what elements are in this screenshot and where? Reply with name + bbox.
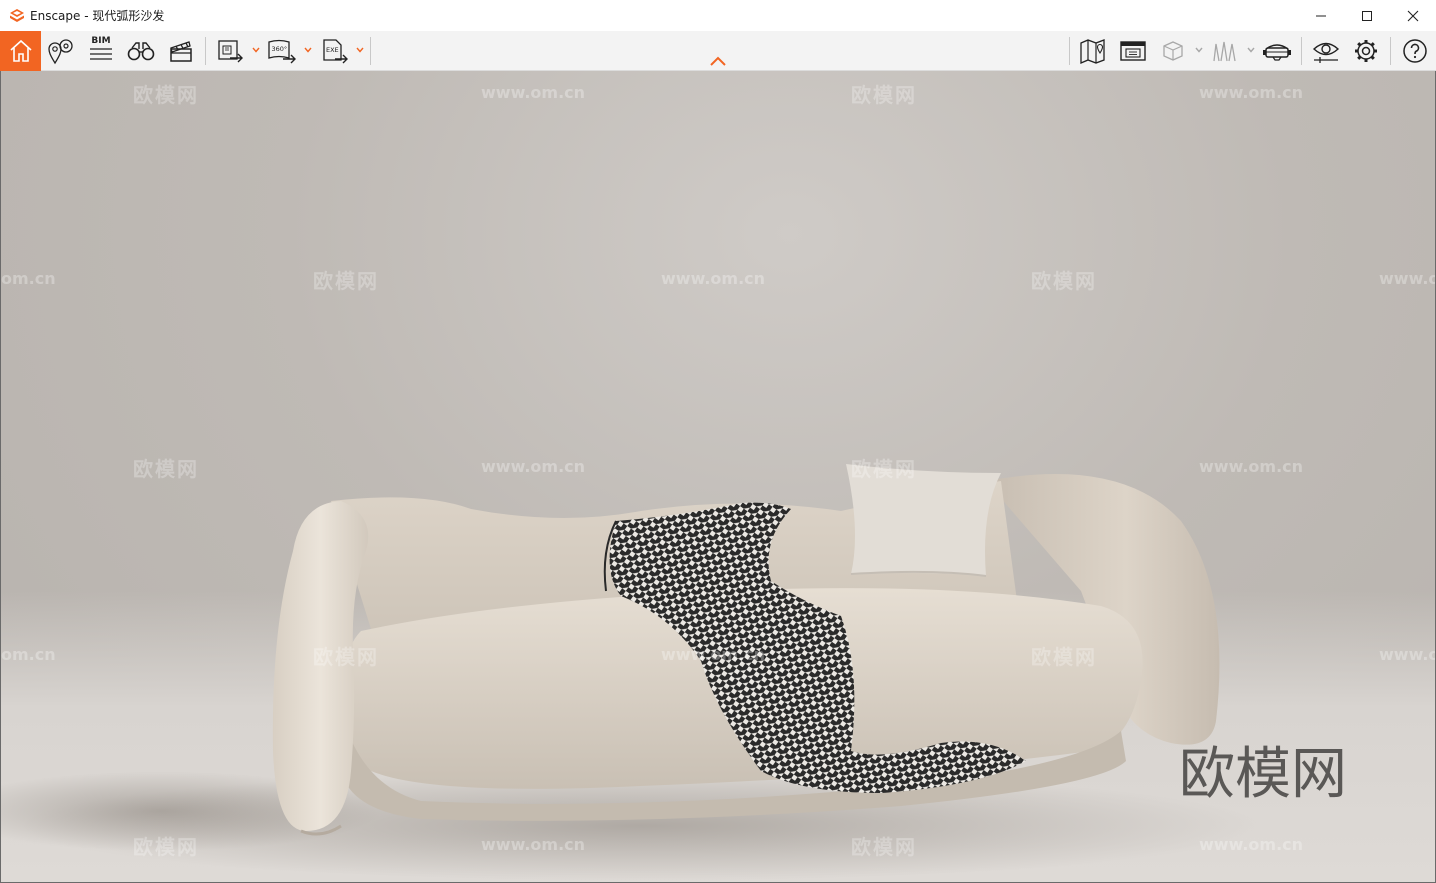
map-button[interactable] [1076, 31, 1110, 71]
minimize-icon [1316, 15, 1326, 16]
watermark-url: www.om.cn [481, 457, 586, 476]
watermark-url: www.om.cn [661, 269, 766, 288]
watermark-url: www.om.cn [1379, 269, 1435, 288]
light-view-dropdown-icon[interactable] [1246, 45, 1256, 55]
watermark-url: www.om.cn [1199, 457, 1304, 476]
watermark-text: 欧模网 [851, 457, 917, 481]
watermark-text: 欧模网 [1031, 645, 1097, 669]
watermark-logo-text: 欧模网 [1179, 742, 1347, 807]
watermark-url: www.om.cn [1199, 835, 1304, 854]
render-export-icon [218, 40, 243, 63]
material-cube-button[interactable] [1157, 31, 1189, 71]
render-export-dropdown-icon[interactable] [251, 45, 261, 55]
clapperboard-icon [170, 41, 192, 62]
panorama-export-icon: 360° [268, 39, 296, 64]
exe-label: EXE [326, 46, 339, 54]
light-view-icon [1213, 41, 1236, 62]
asset-library-button[interactable] [1116, 31, 1150, 71]
watermark-text: 欧模网 [133, 835, 199, 859]
watermark-text: 欧模网 [851, 83, 917, 107]
title-bar: Enscape - 现代弧形沙发 [0, 0, 1436, 31]
minimize-button[interactable] [1298, 0, 1344, 31]
watermark-url: www.om.cn [661, 645, 766, 664]
window-frame-left [0, 71, 1, 883]
watermark-url: om.cn [1, 269, 56, 288]
window-controls [1298, 0, 1436, 31]
exe-export-dropdown-icon[interactable] [355, 45, 365, 55]
close-button[interactable] [1390, 0, 1436, 31]
toolbar-separator [1301, 37, 1302, 65]
watermark-text: 欧模网 [313, 645, 379, 669]
window-title: Enscape - 现代弧形沙发 [30, 9, 165, 23]
toolbar-separator [1069, 37, 1070, 65]
settings-button[interactable] [1349, 31, 1383, 71]
vr-headset-icon [1263, 44, 1291, 61]
toolbar-separator [1390, 37, 1391, 65]
help-button[interactable] [1398, 31, 1432, 71]
watermark-url: www.om.cn [481, 835, 586, 854]
visual-settings-button[interactable] [1309, 31, 1343, 71]
cube-icon [1163, 41, 1183, 61]
render-export-button[interactable] [213, 31, 247, 71]
material-cube-dropdown-icon[interactable] [1194, 45, 1204, 55]
asset-library-icon [1120, 41, 1146, 61]
maximize-icon [1362, 10, 1372, 21]
maximize-button[interactable] [1344, 0, 1390, 31]
panorama-export-button[interactable]: 360° [265, 31, 299, 71]
light-view-button[interactable] [1209, 31, 1241, 71]
watermark-url: www.om.cn [481, 83, 586, 102]
watermark-text: 欧模网 [133, 83, 199, 107]
views-button[interactable] [45, 31, 77, 71]
watermark-url: www.om.cn [1379, 645, 1435, 664]
enscape-logo-icon [10, 8, 24, 22]
location-pin-icon [48, 39, 73, 65]
panorama-export-dropdown-icon[interactable] [303, 45, 313, 55]
watermark-text: 欧模网 [851, 835, 917, 859]
render-viewport[interactable]: 欧模网 www.om.cn 欧模网 www.om.cn om.cn 欧模网 ww… [1, 71, 1435, 882]
collapse-toolbar-chevron-icon[interactable] [708, 55, 728, 67]
watermark-text: 欧模网 [133, 457, 199, 481]
watermark-url: www.om.cn [1199, 83, 1304, 102]
video-editor-button[interactable] [165, 31, 197, 71]
panorama-label: 360° [272, 45, 288, 53]
toolbar-separator [205, 37, 206, 65]
home-button[interactable] [0, 31, 41, 71]
toolbar-separator [370, 37, 371, 65]
watermark-url: om.cn [1, 645, 56, 664]
watermark-text: 欧模网 [313, 269, 379, 293]
bim-label: BIM [91, 36, 111, 46]
close-icon [1407, 10, 1419, 21]
gear-icon [1355, 40, 1377, 62]
exe-export-icon: EXE [323, 39, 348, 64]
home-icon [9, 39, 32, 62]
binoculars-icon [127, 42, 155, 61]
exe-export-button[interactable]: EXE [318, 31, 352, 71]
vr-headset-button[interactable] [1260, 31, 1294, 71]
bim-icon [90, 48, 112, 60]
watermark-text: 欧模网 [1031, 269, 1097, 293]
bim-button[interactable]: BIM [85, 31, 117, 71]
help-icon [1403, 39, 1427, 63]
eye-icon [1312, 42, 1340, 63]
map-icon [1080, 39, 1105, 64]
binoculars-button[interactable] [125, 31, 157, 71]
